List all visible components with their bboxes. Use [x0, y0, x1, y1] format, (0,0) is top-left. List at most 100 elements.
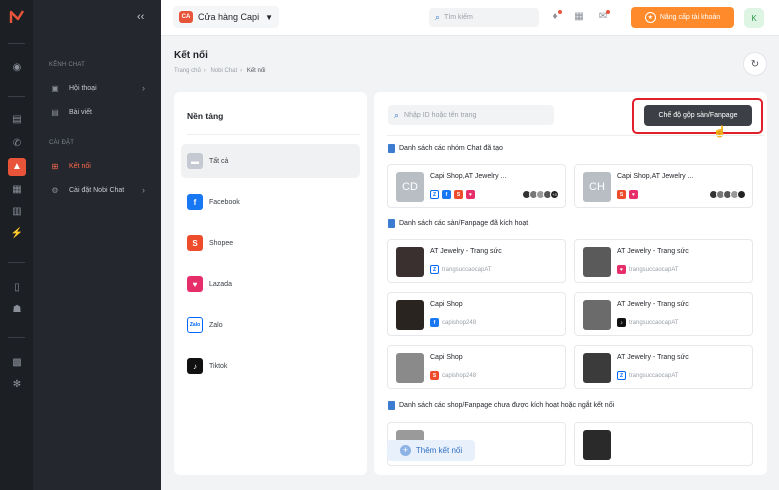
merge-mode-button[interactable]: Chế độ gộp sàn/Fanpage: [644, 105, 752, 126]
page-handle: capishop248: [442, 319, 477, 326]
inactive-page-card[interactable]: [574, 422, 753, 466]
global-search[interactable]: ⌕ Tìm kiếm: [429, 8, 539, 27]
chevron-right-icon: ›: [142, 83, 145, 93]
section-label-settings: CÀI ĐẶT: [49, 140, 75, 146]
nav-item-label: Bài viết: [69, 108, 92, 116]
tiktok-icon: ♪: [187, 358, 203, 374]
page-handle-row: Scapishop248: [430, 371, 476, 380]
nav-item-conversations[interactable]: ▣ Hội thoại ›: [49, 80, 153, 96]
active-page-card[interactable]: AT Jewelry - Trang sức ♥ trangsuccaocapAT: [574, 239, 753, 283]
active-page-card[interactable]: AT Jewelry - Trang sức ♪ trangsuccaocapAT: [574, 292, 753, 336]
team-icon[interactable]: ☗: [10, 303, 24, 317]
phone-icon[interactable]: ✆: [10, 137, 24, 151]
page-name: Capi Shop: [430, 354, 463, 361]
pointer-cursor-icon: ☝: [713, 126, 727, 138]
page-thumbnail: [583, 300, 611, 330]
active-page-card[interactable]: AT Jewelry - Trang sức ZtrangsuccaocapAT: [574, 345, 753, 389]
conversation-icon: ▣: [51, 83, 59, 93]
upgrade-button[interactable]: ★ Nâng cấp tài khoản: [631, 7, 734, 28]
group-name: Capi Shop,AT Jewelry ...: [430, 173, 507, 180]
platforms-panel: Nền tảng ▬ Tất cả f Facebook S Shopee ♥ …: [174, 92, 367, 475]
add-connection-button[interactable]: + Thêm kết nối: [387, 440, 475, 461]
nav-item-label: Hội thoại: [69, 84, 97, 92]
apps-icon[interactable]: ▩: [10, 356, 24, 370]
platform-all[interactable]: ▬ Tất cả: [181, 144, 360, 178]
active-page-card[interactable]: Capi Shop f capishop248: [387, 292, 566, 336]
platform-lazada[interactable]: ♥ Lazada: [181, 267, 360, 301]
platform-tiktok[interactable]: ♪ Tiktok: [181, 349, 360, 383]
page-handle-row: ♥ trangsuccaocapAT: [617, 265, 679, 274]
nav-item-posts[interactable]: ▤ Bài viết: [49, 104, 153, 120]
inbox-icon[interactable]: ▤: [10, 113, 24, 127]
store-badge: CA: [179, 11, 193, 23]
store-icon[interactable]: ▦: [10, 183, 24, 197]
group-channels: Z f S ♥: [430, 190, 478, 199]
refresh-icon[interactable]: ↻: [743, 52, 767, 76]
platform-zalo[interactable]: Zalo Zalo: [181, 308, 360, 342]
page-thumbnail: [396, 300, 424, 330]
member-avatar: [737, 190, 746, 199]
active-page-card[interactable]: Capi Shop Scapishop248: [387, 345, 566, 389]
page-thumbnail: [396, 353, 424, 383]
page-name: AT Jewelry - Trang sức: [617, 301, 689, 308]
search-placeholder: Tìm kiếm: [444, 14, 473, 21]
notification-dot: [558, 10, 562, 14]
breadcrumb-home[interactable]: Trang chủ: [174, 68, 201, 74]
settings-icon[interactable]: ✻: [10, 378, 24, 392]
store-name: Cửa hàng Capi: [198, 12, 260, 22]
shop-icon[interactable]: ▥: [10, 205, 24, 219]
lazada-icon: ♥: [187, 276, 203, 292]
caret-down-icon: ▼: [265, 12, 273, 22]
breadcrumb-nobi[interactable]: Nobi Chat: [210, 68, 237, 74]
automation-icon[interactable]: ⚡: [10, 227, 24, 241]
page-handle: trangsuccaocapAT: [629, 319, 679, 326]
notification-icon[interactable]: ♦: [549, 10, 562, 23]
platform-shopee[interactable]: S Shopee: [181, 226, 360, 260]
platform-label: Zalo: [209, 321, 223, 329]
facebook-icon: f: [442, 190, 451, 199]
messages-icon[interactable]: ✉: [597, 10, 610, 23]
divider: [187, 134, 360, 135]
breadcrumb-sep: ›: [203, 68, 206, 74]
chat-icon[interactable]: ▲: [8, 158, 26, 176]
collapse-nav-icon[interactable]: ‹‹: [137, 11, 144, 23]
secondary-nav: ‹‹ KÊNH CHAT ▣ Hội thoại › ▤ Bài viết CÀ…: [33, 0, 161, 490]
group-name: Capi Shop,AT Jewelry ...: [617, 173, 694, 180]
report-icon[interactable]: ▯: [10, 281, 24, 295]
page-title: Kết nối: [174, 50, 208, 61]
app-logo[interactable]: [8, 8, 26, 26]
connect-icon: ⊞: [51, 161, 59, 171]
nav-item-nobi-settings[interactable]: ⚙ Cài đặt Nobi Chat ›: [49, 182, 153, 198]
store-menu-icon[interactable]: ▦: [573, 11, 585, 23]
page-handle: trangsuccaocapAT: [629, 372, 679, 379]
dashboard-icon[interactable]: ◉: [10, 61, 24, 75]
avatar[interactable]: K: [744, 8, 764, 28]
active-page-card[interactable]: AT Jewelry - Trang sức ZtrangsuccaocapAT: [387, 239, 566, 283]
nav-item-connect[interactable]: ⊞ Kết nối: [49, 158, 153, 174]
page-handle-row: ZtrangsuccaocapAT: [430, 265, 492, 274]
search-icon: ⌕: [435, 12, 441, 22]
section-title-text: Danh sách các shop/Fanpage chưa được kíc…: [399, 402, 615, 409]
group-card[interactable]: CD Capi Shop,AT Jewelry ... Z f S ♥ +3: [387, 164, 566, 208]
platform-facebook[interactable]: f Facebook: [181, 185, 360, 219]
store-selector[interactable]: CA Cửa hàng Capi ▼: [173, 6, 279, 28]
list-icon: [388, 144, 395, 153]
shopee-icon: S: [430, 371, 439, 380]
shopee-icon: S: [187, 235, 203, 251]
star-icon: ★: [644, 12, 656, 23]
inactive-section-title: Danh sách các shop/Fanpage chưa được kíc…: [388, 401, 614, 410]
page-search-input[interactable]: ⌕ Nhập ID hoặc tên trang: [388, 105, 554, 125]
lazada-icon: ♥: [466, 190, 475, 199]
add-connection-label: Thêm kết nối: [415, 446, 463, 455]
page-handle-row: ZtrangsuccaocapAT: [617, 371, 679, 380]
page-name: AT Jewelry - Trang sức: [617, 354, 689, 361]
group-card[interactable]: CH Capi Shop,AT Jewelry ... S ♥: [574, 164, 753, 208]
active-section-title: Danh sách các sàn/Fanpage đã kích hoạt: [388, 219, 528, 228]
divider: [387, 135, 764, 136]
section-label-chat: KÊNH CHAT: [49, 62, 86, 68]
breadcrumb-current: Kết nối: [246, 68, 266, 74]
platform-label: Facebook: [209, 198, 240, 206]
page-handle: trangsuccaocapAT: [629, 266, 679, 273]
member-avatars: +3: [522, 190, 559, 199]
zalo-icon: Z: [430, 190, 439, 199]
